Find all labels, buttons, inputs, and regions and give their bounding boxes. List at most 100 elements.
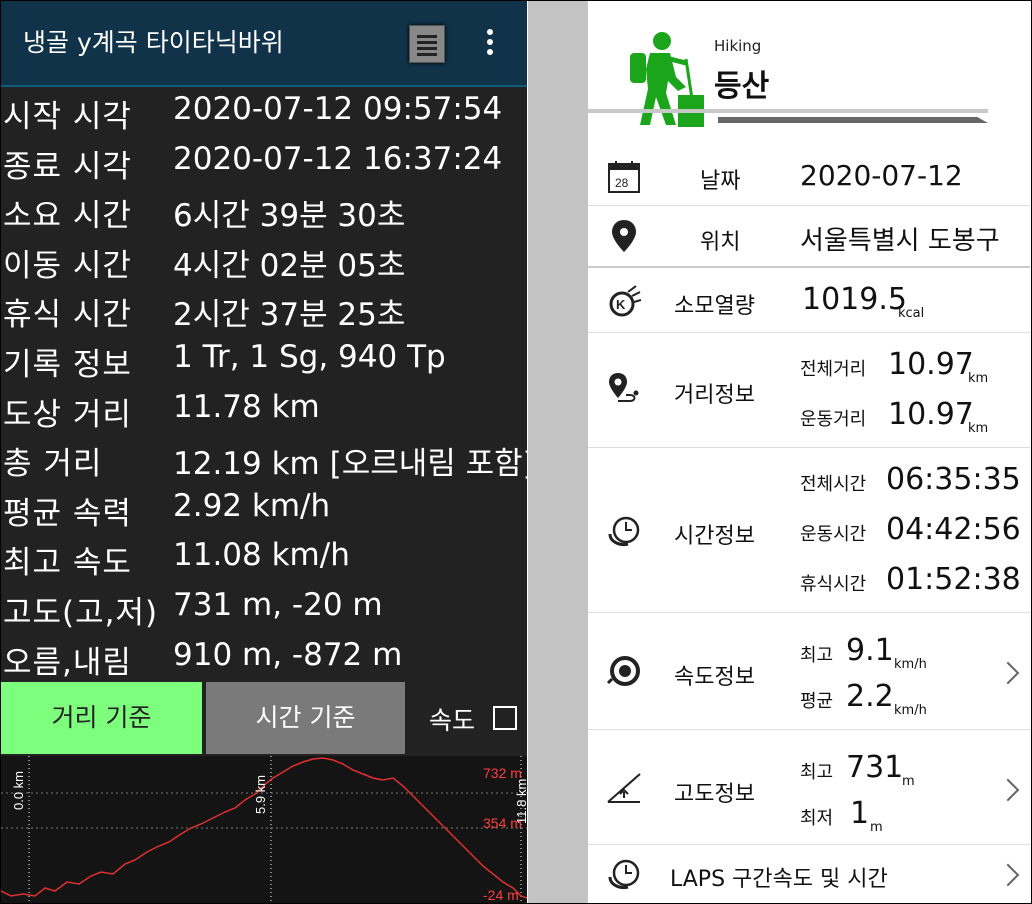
total-time-label: 전체시간 (800, 474, 867, 495)
stat-row: 소요 시간 6시간 39분 30초 (1, 186, 527, 236)
stopwatch-icon (608, 516, 640, 546)
moving-distance-value: 10.97 (888, 397, 974, 432)
moving-distance-unit: km (968, 421, 989, 436)
calories-value: 1019.5 (802, 282, 907, 317)
stat-label: 기록 정보 (3, 346, 132, 383)
chevron-right-icon[interactable] (996, 863, 1020, 887)
calendar-icon-day: 28 (615, 176, 629, 190)
stat-value: 4시간 02분 05초 (173, 247, 406, 284)
max-speed-label: 최고 (800, 645, 834, 666)
time-label: 시간정보 (674, 524, 755, 549)
stat-row: 이동 시간 4시간 02분 05초 (1, 236, 527, 286)
route-icon (609, 373, 639, 402)
total-time-value: 06:35:35 (886, 462, 1021, 497)
stat-label: 시작 시각 (3, 99, 132, 135)
stat-value: 12.19 km [오르내림 포함] (173, 446, 527, 483)
app-bar: 냉골 y계곡 타이타닉바위 (1, 1, 527, 87)
stat-label: 총 거리 (3, 446, 103, 483)
calories-row: K 소모열량 1019.5 kcal (588, 268, 1030, 333)
distance-row: 거리정보 전체거리 10.97 km 운동거리 10.97 km (588, 333, 1030, 448)
y-label-mid: 354 m (483, 815, 522, 831)
max-speed-unit: km/h (894, 657, 927, 672)
stat-row: 최고 속도 11.08 km/h (1, 533, 527, 583)
stats-list: 시작 시각 2020-07-12 09:57:54 종료 시각 2020-07-12 … (1, 87, 527, 682)
track-stats-panel: 냉골 y계곡 타이타닉바위 시작 시각 2020-07-12 09:57:54 종료… (1, 1, 527, 903)
avg-speed-unit: km/h (894, 703, 927, 718)
max-altitude-unit: m (902, 774, 915, 789)
avg-speed-value: 2.2 (846, 679, 894, 714)
location-label: 위치 (700, 230, 741, 255)
calendar-icon: 28 (608, 161, 640, 193)
stat-value: 2020-07-12 16:37:24 (173, 140, 503, 177)
date-value: 2020-07-12 (800, 159, 963, 192)
laps-label: LAPS 구간속도 및 시간 (670, 867, 888, 892)
rest-time-value: 01:52:38 (886, 562, 1021, 597)
stat-label: 도상 거리 (3, 396, 132, 433)
chevron-right-icon[interactable] (996, 778, 1020, 802)
stat-label: 이동 시간 (3, 247, 132, 284)
speed-checkbox[interactable] (493, 706, 517, 730)
stat-label: 소요 시간 (3, 198, 132, 235)
total-distance-label: 전체거리 (800, 359, 867, 380)
stat-row: 휴식 시간 2시간 37분 25초 (1, 285, 527, 335)
header-accent-bar (718, 117, 988, 123)
stopwatch-icon (608, 859, 640, 889)
header-divider (588, 109, 988, 113)
date-row: 28 날짜 2020-07-12 (588, 151, 1030, 206)
stat-value: 11.78 km (173, 388, 320, 425)
stat-value: 6시간 39분 30초 (173, 198, 406, 235)
elevation-chart-svg: 0.0 km 5.9 km 11.8 km 732 m 354 m -24 m (1, 756, 527, 903)
location-pin-icon (612, 220, 636, 252)
rest-time-label: 휴식시간 (800, 574, 867, 595)
altitude-row[interactable]: 고도정보 최고 731 m 최저 1 m (588, 730, 1030, 845)
distance-basis-button[interactable]: 거리 기준 (1, 682, 202, 754)
total-distance-value: 10.97 (888, 347, 974, 382)
min-altitude-label: 최저 (800, 808, 834, 829)
max-speed-value: 9.1 (846, 633, 894, 668)
calories-icon: K (609, 285, 642, 317)
calories-label: 소모열량 (674, 294, 755, 319)
x-label-start: 0.0 km (11, 771, 26, 810)
activity-title: 등산 (714, 69, 770, 104)
list-icon[interactable] (409, 25, 445, 63)
chevron-right-icon[interactable] (996, 661, 1020, 685)
speed-row[interactable]: 속도정보 최고 9.1 km/h 평균 2.2 km/h (588, 613, 1030, 730)
track-title: 냉골 y계곡 타이타닉바위 (23, 28, 284, 57)
altitude-icon (607, 773, 641, 803)
max-altitude-label: 최고 (800, 762, 834, 783)
stat-row: 평균 속력 2.92 km/h (1, 484, 527, 534)
more-vertical-icon[interactable] (487, 29, 495, 59)
location-value: 서울특별시 도봉구 (800, 226, 1000, 256)
max-altitude-value: 731 (846, 750, 904, 785)
stat-row: 고도(고,저) 731 m, -20 m (1, 583, 527, 633)
elevation-chart: 0.0 km 5.9 km 11.8 km 732 m 354 m -24 m (1, 756, 527, 903)
stat-row: 도상 거리 11.78 km (1, 385, 527, 435)
stat-row: 오름,내림 910 m, -872 m (1, 633, 527, 683)
distance-label: 거리정보 (674, 383, 755, 408)
moving-time-label: 운동시간 (800, 524, 867, 545)
stat-label: 종료 시각 (3, 148, 132, 185)
stat-label: 오름,내림 (3, 644, 132, 681)
laps-row[interactable]: LAPS 구간속도 및 시간 (588, 845, 1030, 903)
time-basis-button[interactable]: 시간 기준 (206, 682, 405, 754)
time-row: 시간정보 전체시간 06:35:35 운동시간 04:42:56 휴식시간 01… (588, 448, 1030, 613)
speedometer-icon (606, 656, 640, 686)
activity-english: Hiking (714, 37, 762, 55)
stat-label: 최고 속도 (3, 545, 132, 582)
speed-info-label: 속도정보 (674, 665, 755, 690)
stat-value: 2020-07-12 09:57:54 (173, 91, 503, 127)
date-label: 날짜 (700, 169, 741, 194)
stat-value: 1 Tr, 1 Sg, 940 Tp (173, 338, 446, 375)
location-row: 위치 서울특별시 도봉구 (588, 206, 1030, 268)
stat-value: 2.92 km/h (173, 487, 331, 524)
altitude-label: 고도정보 (674, 782, 755, 807)
stat-row: 총 거리 12.19 km [오르내림 포함] (1, 434, 527, 484)
stat-value: 731 m, -20 m (173, 586, 383, 623)
x-label-mid: 5.9 km (253, 775, 268, 814)
moving-distance-label: 운동거리 (800, 409, 867, 430)
total-distance-unit: km (968, 371, 989, 386)
svg-text:K: K (616, 297, 626, 312)
avg-speed-label: 평균 (800, 691, 834, 712)
stat-label: 고도(고,저) (3, 594, 159, 631)
speed-label: 속도 (429, 706, 476, 735)
